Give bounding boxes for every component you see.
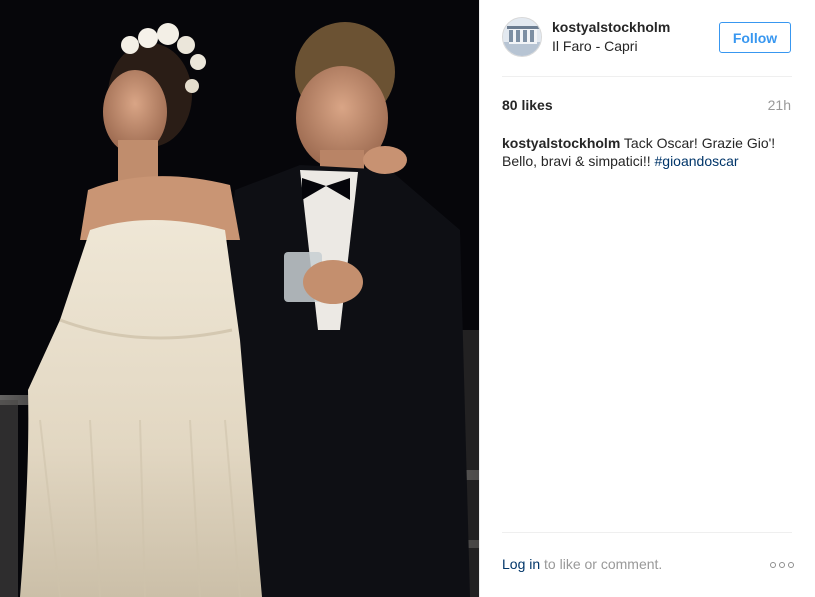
caption-username-link[interactable]: kostyalstockholm [502, 135, 620, 151]
login-prompt-text: to like or comment. [540, 556, 663, 572]
post-photo[interactable] [0, 0, 479, 597]
post-caption: kostyalstockholm Tack Oscar! Grazie Gio'… [502, 134, 794, 170]
post-header: kostyalstockholm Il Faro - Capri Follow [502, 17, 792, 59]
post-photo-image [0, 0, 479, 597]
caption-hashtag-link[interactable]: #gioandoscar [655, 153, 739, 169]
footer-divider [502, 532, 792, 533]
login-link[interactable]: Log in [502, 556, 540, 572]
post-timestamp[interactable]: 21h [768, 97, 791, 113]
more-dot [788, 562, 794, 568]
more-dot [779, 562, 785, 568]
location-link[interactable]: Il Faro - Capri [552, 38, 638, 54]
header-divider [502, 76, 792, 77]
more-options-icon[interactable] [770, 558, 794, 572]
avatar-image [503, 18, 541, 56]
username-link[interactable]: kostyalstockholm [552, 19, 670, 35]
follow-button[interactable]: Follow [719, 22, 791, 53]
post-footer: Log in to like or comment. [502, 556, 794, 576]
post-side-panel: kostyalstockholm Il Faro - Capri Follow … [479, 0, 815, 597]
more-dot [770, 562, 776, 568]
likes-count[interactable]: 80 likes [502, 97, 553, 113]
avatar[interactable] [502, 17, 542, 57]
